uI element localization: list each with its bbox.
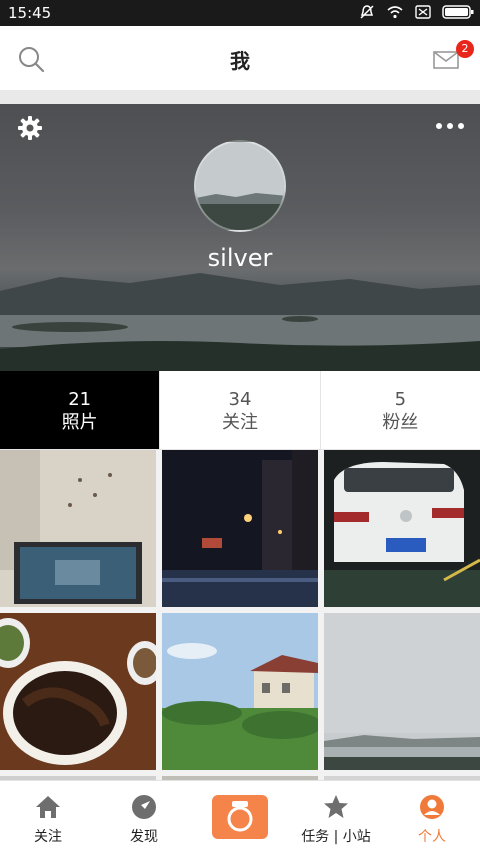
nav-following[interactable]: 关注 — [0, 781, 96, 853]
tab-followers[interactable]: 5 粉丝 — [321, 371, 480, 449]
camera-button[interactable] — [212, 795, 268, 839]
avatar-image — [196, 142, 284, 230]
photo-thumb-desk-computer[interactable] — [0, 450, 156, 607]
bottom-navigation: 关注 发现 任务 | 小站 个人 — [0, 780, 480, 853]
mute-icon — [360, 5, 374, 19]
more-options-icon[interactable] — [434, 120, 466, 132]
tab-photos[interactable]: 21 照片 — [0, 371, 161, 449]
home-icon — [36, 796, 60, 818]
nav-tasks-label: 任务 | 小站 — [301, 829, 371, 845]
following-label: 关注 — [221, 412, 258, 433]
following-count: 34 — [228, 389, 252, 410]
photo-grid — [0, 450, 480, 780]
mail-badge: 2 — [456, 40, 474, 58]
battery-icon — [442, 5, 474, 19]
divider-strip — [0, 90, 480, 104]
photo-thumb-house-sky[interactable] — [162, 613, 318, 770]
camera-icon — [227, 801, 253, 832]
status-bar: 15:45 — [0, 0, 480, 26]
no-sim-icon — [415, 5, 431, 19]
banner-landscape — [0, 273, 480, 371]
photo-thumb-lake-view[interactable] — [324, 613, 480, 770]
nav-personal[interactable]: 个人 — [384, 781, 480, 853]
photos-count: 21 — [68, 389, 92, 410]
wifi-icon — [387, 6, 403, 19]
nav-discover[interactable]: 发现 — [96, 781, 192, 853]
top-header: 我 2 — [0, 26, 480, 90]
nav-discover-label: 发现 — [130, 829, 158, 845]
photo-thumb-night-street[interactable] — [162, 450, 318, 607]
nav-following-label: 关注 — [34, 829, 62, 845]
status-time: 15:45 — [8, 4, 52, 22]
nav-personal-label: 个人 — [418, 829, 446, 845]
page-title: 我 — [230, 49, 250, 73]
photo-thumb-white-car[interactable] — [324, 450, 480, 607]
followers-count: 5 — [394, 389, 407, 410]
compass-icon — [132, 795, 156, 819]
person-icon — [420, 795, 444, 819]
nav-tasks-station[interactable]: 任务 | 小站 — [288, 781, 384, 853]
star-icon — [324, 795, 348, 818]
profile-banner: silver — [0, 104, 480, 371]
followers-label: 粉丝 — [382, 412, 419, 433]
username: silver — [207, 244, 273, 272]
photo-thumb-food-plate[interactable] — [0, 613, 156, 770]
profile-stats-tabs: 21 照片 34 关注 5 粉丝 — [0, 371, 480, 450]
tab-following[interactable]: 34 关注 — [160, 371, 321, 449]
photos-label: 照片 — [61, 412, 98, 433]
status-icons — [358, 4, 474, 20]
settings-gear-icon[interactable] — [16, 114, 44, 142]
avatar[interactable] — [194, 140, 286, 232]
